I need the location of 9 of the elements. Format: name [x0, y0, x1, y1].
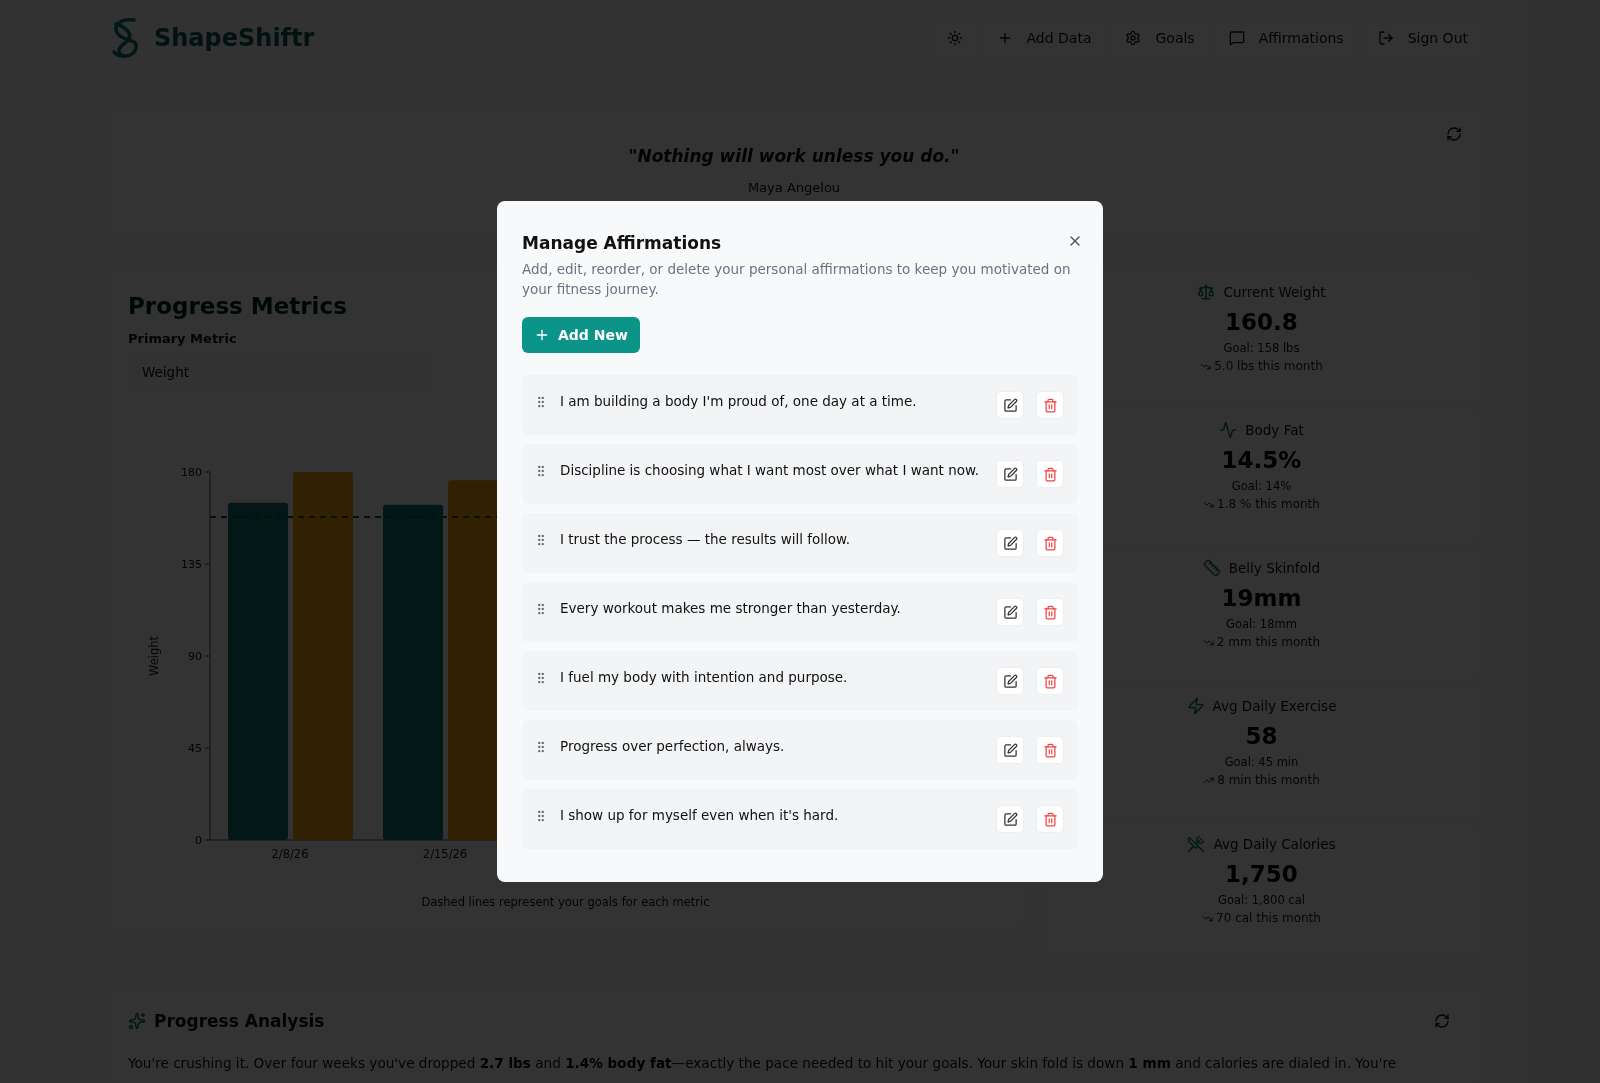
dialog-title: Manage Affirmations: [522, 233, 722, 253]
dialog-description: Add, edit, reorder, or delete your personal affirmations to keep you motivated on your fitness journey.: [522, 260, 1072, 299]
affirmation-text: Discipline is choosing what I want most over what I want now.: [560, 462, 981, 478]
affirmation-text: Progress over perfection, always.: [560, 738, 786, 754]
affirmation-text: I fuel my body with intention and purpose.: [560, 669, 849, 685]
affirmation-text: I trust the process — the results will follow.: [560, 531, 852, 547]
affirmation-text: Every workout makes me stronger than yesterday.: [560, 600, 902, 616]
affirmation-text: I show up for myself even when it's hard.: [560, 807, 840, 823]
affirmation-text: I am building a body I'm proud of, one day at a time.: [560, 393, 918, 409]
